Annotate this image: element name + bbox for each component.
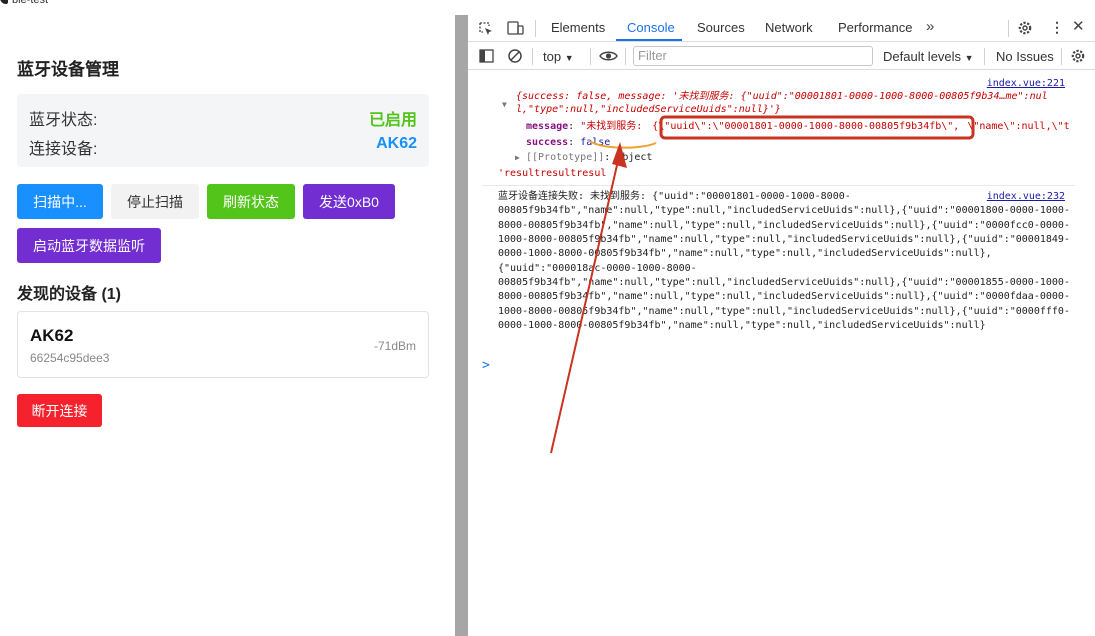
message-value-highlight: {\"uuid\":\"00001801-0000-1000-8000-0080… (652, 121, 960, 132)
context-selector-label: top (543, 49, 562, 64)
send-command-button[interactable]: 发送0xB0 (303, 184, 395, 219)
window-title: ble-test (0, 0, 48, 6)
toolbar-separator (590, 48, 591, 65)
devtools-panel: Elements Console Sources Network Perform… (468, 15, 1095, 636)
prototype-key: [[Prototype]] (526, 152, 605, 163)
log-line: 1000-8000-00805f9b34fb","name":null,"typ… (498, 234, 1070, 245)
close-devtools-icon[interactable]: ✕ (1072, 19, 1085, 34)
tab-network[interactable]: Network (765, 20, 813, 35)
settings-gear-icon[interactable] (1017, 20, 1033, 38)
live-expression-eye-icon[interactable] (599, 49, 618, 65)
message-property: message: "未找到服务: {\"uuid\":\"00001801-00… (526, 121, 1070, 132)
clear-console-icon[interactable] (507, 48, 523, 66)
log-line: 00805f9b34fb","name":null,"type":null,"i… (498, 205, 1070, 216)
success-value: false (580, 137, 611, 148)
device-rssi: -71dBm (373, 339, 416, 353)
sidebar-toggle-icon[interactable] (479, 49, 494, 65)
log-levels-label: Default levels (883, 49, 962, 64)
inspect-element-icon[interactable] (479, 22, 494, 39)
toolbar-separator (1061, 48, 1062, 65)
tab-elements[interactable]: Elements (551, 20, 605, 35)
console-prompt[interactable]: > (482, 358, 490, 373)
connected-device-value: AK62 (376, 135, 417, 152)
log-line: 0000-1000-8000-00805f9b34fb","name":null… (498, 248, 992, 259)
active-tab-indicator (616, 39, 682, 41)
start-monitor-button[interactable]: 启动蓝牙数据监听 (17, 228, 161, 263)
log-separator (482, 185, 1075, 186)
kebab-menu-icon[interactable]: ⋮ (1050, 20, 1064, 34)
devtools-splitter[interactable] (455, 15, 468, 636)
found-devices-title: 发现的设备 (1) (17, 286, 122, 303)
app-panel: ble-test 蓝牙设备管理 蓝牙状态: 已启用 连接设备: AK62 扫描中… (0, 0, 455, 636)
log-object-summary[interactable]: {success: false, message: '未找到服务: {"uuid… (516, 91, 1048, 103)
bluetooth-status-value: 已启用 (368, 112, 417, 129)
toolbar-separator (984, 48, 985, 65)
device-id: 66254c95dee3 (30, 351, 110, 365)
tab-sources[interactable]: Sources (697, 20, 745, 35)
log-levels-dropdown[interactable]: Default levels ▼ (883, 49, 974, 64)
connected-device-row: 连接设备: AK62 (29, 135, 417, 158)
log-tail: 'resultresultresul (498, 168, 607, 179)
toolbar-separator (532, 48, 533, 65)
scan-button[interactable]: 扫描中... (17, 184, 103, 219)
tab-separator (1008, 20, 1009, 37)
refresh-status-button[interactable]: 刷新状态 (207, 184, 295, 219)
issues-counter[interactable]: No Issues (996, 49, 1054, 64)
app-logo-icon (0, 0, 8, 4)
message-value-rest: \"name\":null,\"t (967, 121, 1070, 132)
log-source-link[interactable]: index.vue:232 (987, 191, 1065, 202)
prototype-property[interactable]: [[Prototype]]: Object (526, 152, 652, 164)
context-selector[interactable]: top ▼ (543, 49, 574, 64)
log-line: 8000-00805f9b34fb","name":null,"type":nu… (498, 220, 1070, 231)
more-tabs-icon[interactable]: » (926, 19, 934, 34)
toolbar-separator (625, 48, 626, 65)
log-object-summary-2: l,"type":null,"includedServiceUuids":nul… (516, 104, 781, 115)
disconnect-button[interactable]: 断开连接 (17, 394, 102, 427)
connected-device-label: 连接设备: (29, 141, 98, 158)
page-title: 蓝牙设备管理 (17, 60, 119, 79)
bluetooth-status-label: 蓝牙状态: (29, 112, 98, 129)
tab-console[interactable]: Console (627, 20, 675, 35)
window-title-text: ble-test (12, 0, 49, 6)
console-filter-input[interactable]: Filter (633, 46, 873, 66)
console-output: index.vue:221 ▼ {success: false, message… (468, 71, 1095, 636)
collapse-triangle-icon[interactable]: ▶ (515, 152, 520, 164)
chevron-down-icon: ▼ (564, 53, 574, 63)
console-toolbar: top ▼ Filter Default levels ▼ No Issues (468, 43, 1095, 70)
log-line: 0000-1000-8000-00805f9b34fb","name":null… (498, 320, 986, 331)
log-source-link[interactable]: index.vue:221 (987, 78, 1065, 89)
tab-separator (535, 20, 536, 37)
device-name: AK62 (30, 326, 74, 345)
bluetooth-status-row: 蓝牙状态: 已启用 (29, 106, 417, 129)
devtools-tab-bar: Elements Console Sources Network Perform… (468, 15, 1095, 42)
device-card[interactable]: AK62 66254c95dee3 -71dBm (17, 311, 429, 378)
chevron-down-icon: ▼ (964, 53, 974, 63)
status-card: 蓝牙状态: 已启用 连接设备: AK62 (17, 94, 429, 167)
success-property: success: false (526, 137, 611, 148)
log-line: 蓝牙设备连接失败: 未找到服务: {"uuid":"00001801-0000-… (498, 191, 851, 202)
stop-scan-button[interactable]: 停止扫描 (111, 184, 199, 219)
log-line: 00805f9b34fb","name":null,"type":null,"i… (498, 277, 1070, 288)
log-line: {"uuid":"000018ac-0000-1000-8000- (498, 263, 697, 274)
console-settings-gear-icon[interactable] (1070, 48, 1086, 66)
log-line: 8000-00805f9b34fb","name":null,"type":nu… (498, 291, 1070, 302)
log-line: 1000-8000-00805f9b34fb","name":null,"typ… (498, 306, 1070, 317)
summary-line-1: {success: false, message: '未找到服务: {"uuid… (516, 91, 1048, 102)
prototype-value: Object (616, 152, 653, 163)
expand-triangle-icon[interactable]: ▼ (502, 99, 507, 111)
tab-performance[interactable]: Performance (838, 20, 912, 35)
device-toolbar-icon[interactable] (507, 21, 524, 38)
message-key: message (526, 121, 569, 132)
message-value-prefix: "未找到服务: (580, 121, 649, 132)
success-key: success (526, 137, 569, 148)
